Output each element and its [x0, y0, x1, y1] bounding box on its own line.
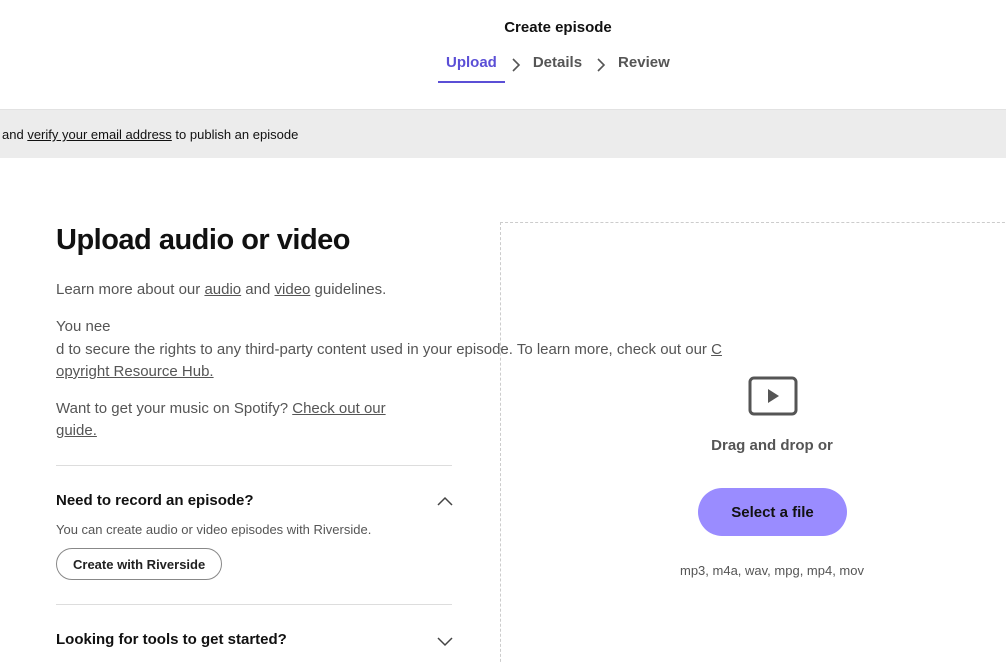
accordion-record-description: You can create audio or video episodes w… [56, 522, 372, 537]
chevron-down-icon[interactable] [436, 634, 454, 647]
video-play-icon [748, 376, 798, 416]
spotify-text: Want to get your music on Spotify? Check… [56, 398, 426, 442]
spotify-prefix: Want to get your music on Spotify? [56, 400, 293, 417]
step-upload[interactable]: Upload [438, 54, 505, 83]
guidelines-mid: and [241, 281, 275, 298]
chevron-right-icon [596, 57, 606, 72]
guidelines-prefix: Learn more about our [56, 281, 205, 298]
guidelines-text: Learn more about our audio and video gui… [56, 279, 386, 301]
page-title: Upload audio or video [56, 224, 351, 256]
spotify-guide-link-end[interactable]: guide. [56, 422, 97, 439]
copyright-hub-link[interactable]: opyright Resource Hub. [56, 363, 214, 380]
accordion-tools-title[interactable]: Looking for tools to get started? [56, 631, 287, 648]
drag-and-drop-text: Drag and drop or [711, 437, 833, 454]
verify-email-banner: and verify your email address to publish… [0, 109, 1006, 158]
accordion-record-title[interactable]: Need to record an episode? [56, 492, 254, 509]
spotify-guide-link[interactable]: Check out our [292, 400, 385, 417]
accordion-divider [56, 465, 452, 466]
banner-suffix: to publish an episode [171, 127, 299, 142]
rights-text-line1: You nee [56, 318, 111, 335]
accordion-divider [56, 604, 452, 605]
step-details[interactable]: Details [533, 54, 582, 71]
guidelines-suffix: guidelines. [310, 281, 387, 298]
page-header-title: Create episode [504, 19, 612, 36]
banner-prefix: and [2, 127, 28, 142]
chevron-right-icon [511, 57, 521, 72]
chevron-up-icon[interactable] [436, 494, 454, 506]
step-breadcrumb: Upload Details Review [438, 54, 670, 83]
audio-guidelines-link[interactable]: audio [204, 281, 241, 298]
video-guidelines-link[interactable]: video [275, 281, 311, 298]
upload-info-panel: Upload audio or video [56, 224, 452, 257]
create-with-riverside-button[interactable]: Create with Riverside [56, 548, 223, 580]
select-file-button[interactable]: Select a file [698, 488, 847, 536]
verify-email-link[interactable]: verify your email address [27, 127, 172, 142]
supported-formats: mp3, m4a, wav, mpg, mp4, mov [680, 563, 864, 578]
step-review[interactable]: Review [618, 54, 670, 71]
